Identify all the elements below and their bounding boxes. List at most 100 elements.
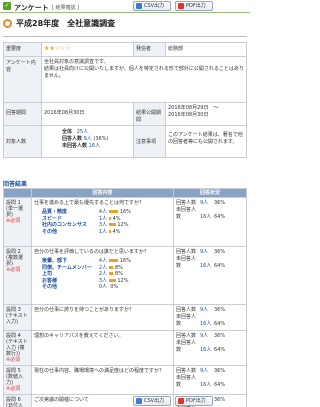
unanswered-count-link[interactable]: 16人 (200, 263, 214, 270)
choice-pct: 12% (117, 277, 129, 284)
results-section-title: 回答結果 (3, 181, 28, 188)
choice-pct: 4% (112, 215, 121, 222)
question-text: 自分の仕事を評価しているのは誰だと思いますか？ (34, 249, 149, 255)
answered-count-link[interactable]: 9人 (200, 333, 214, 340)
choice-count-link[interactable]: 2人 (98, 271, 107, 278)
answered-pct: 36% (214, 200, 226, 206)
question-row: 設問 1 (単一選択) ※必須 仕事を進める上で最も優先することは何ですか？ 品質・精度… (3, 197, 247, 247)
csv-export-button-bottom[interactable]: CSV出力 (133, 396, 171, 406)
choice-row: その他 1人 4% (42, 229, 171, 236)
choice-count-link[interactable]: 4人 (98, 258, 107, 265)
choice-bar (108, 272, 114, 276)
choice-label: その他 (42, 284, 58, 291)
unanswered-label: 未回答人数 (176, 375, 197, 388)
info-line: 結果は社員向けに公開いたしますが、個人を特定される形で部外に公開されることはあり… (44, 66, 244, 79)
unanswered-label: 未回答人数 (176, 340, 197, 353)
pdf-export-button[interactable]: PDF出力 (175, 1, 213, 11)
question-content-cell: 自分の仕事を評価しているのは誰だと思いますか？ 後輩、部下 4人 16% 同僚、チーム… (31, 246, 174, 305)
question-status-cell: 回答人数9人36% 未回答人数16人64% (173, 197, 247, 247)
pdf-export-label: PDF出力 (186, 398, 206, 404)
question-label-cell: 設問 4 (テキスト入力 (複数行)) ※必須 (3, 330, 32, 366)
choice-pct: 8% (114, 271, 123, 278)
question-type: (単一選択) (6, 206, 23, 218)
pdf-export-button-bottom[interactable]: PDF出力 (175, 396, 213, 406)
choice-pct: 0% (110, 284, 119, 291)
unanswered-label: 未回答人数 (176, 256, 197, 269)
question-type: (テキスト入力) (6, 313, 28, 325)
answered-count-link[interactable]: 9人 (200, 307, 214, 314)
choice-bar (108, 229, 111, 233)
question-label-cell: 設問 6(日付入力) (3, 394, 32, 407)
choice-pct: 16% (119, 209, 131, 215)
owner-label: 発信者 (133, 42, 166, 57)
question-type: (日付入力) (6, 403, 23, 407)
choice-label: 品質・精度 (42, 209, 68, 215)
required-mark: ※必須 (6, 386, 21, 392)
notes-value: このアンケート結果は、著名で他の回答者等にも公開されます。 (165, 125, 247, 158)
unanswered-pct: 64% (214, 321, 226, 327)
unanswered-count-link[interactable]: 16人 (200, 347, 214, 354)
answered-count-link[interactable]: 9人 (200, 200, 214, 207)
choice-bar (108, 278, 116, 282)
pdf-export-label: PDF出力 (186, 3, 206, 9)
choice-count-link[interactable]: 1人 (98, 229, 107, 236)
answered-count-link[interactable]: 9人 (200, 368, 214, 375)
period-label: 回答期間 (3, 102, 42, 126)
results-header-blank (3, 188, 32, 198)
choice-count-link[interactable]: 3人 (98, 278, 107, 285)
choice-pct: 12% (117, 222, 129, 229)
question-row: 設問 5 (数値入力) ※必須 現在の仕事内容、職場環境への満足度はどの程度ですか？ 回… (3, 365, 247, 395)
choice-bar (108, 265, 114, 269)
choice-label: 社内のコンセンサス (42, 222, 87, 229)
csv-icon (136, 3, 142, 9)
stat-unanswered-link[interactable]: 16人 (89, 143, 100, 149)
results-header-content: 回答内容 (31, 188, 174, 198)
required-mark: ※必須 (6, 267, 21, 273)
stat-label: 未回答人数 (62, 143, 88, 149)
csv-export-label: CSV出力 (144, 3, 165, 9)
choice-bar (108, 259, 119, 262)
unanswered-count-link[interactable]: 16人 (200, 321, 214, 328)
stat-answered-link[interactable]: 9人 (84, 136, 92, 142)
choice-label: 後輩、部下 (42, 258, 68, 264)
choice-count-link[interactable]: 0人 (98, 284, 107, 291)
info-line: 全社員対象の意識調査です。 (44, 59, 109, 65)
question-type: (テキスト入力 (複数行)) (6, 339, 28, 357)
choice-count-link[interactable]: 1人 (98, 216, 107, 223)
csv-export-label: CSV出力 (144, 398, 165, 404)
required-mark: ※必須 (6, 218, 21, 224)
stat-total-link[interactable]: 25人 (77, 129, 88, 135)
question-status-cell: 回答人数9人36% 未回答人数16人64% (173, 304, 247, 331)
answered-label: 回答人数 (176, 307, 197, 313)
target-label: 対象人数 (3, 125, 42, 158)
unanswered-label: 未回答人数 (176, 314, 197, 327)
choice-count-link[interactable]: 2人 (98, 265, 107, 272)
choice-bar (108, 223, 116, 227)
choice-row: 品質・精度 4人 16% (42, 209, 171, 216)
unanswered-count-link[interactable]: 16人 (200, 214, 214, 221)
csv-export-button[interactable]: CSV出力 (133, 1, 171, 11)
stat-label: 全体 (62, 129, 73, 135)
survey-ring-icon (3, 19, 12, 28)
question-text: 理想のキャリアパスを教えてください。 (34, 333, 124, 339)
answered-pct: 36% (214, 333, 226, 339)
stat-answered-pct: (36%) (93, 136, 109, 142)
question-content-cell: 理想のキャリアパスを教えてください。 (31, 330, 174, 366)
unanswered-count-link[interactable]: 16人 (200, 382, 214, 389)
question-content-cell: 自分の仕事に誇りを持つことがありますか？ (31, 304, 174, 331)
choice-count-link[interactable]: 4人 (98, 209, 107, 216)
csv-icon (136, 398, 142, 404)
unanswered-pct: 64% (214, 347, 226, 353)
answered-pct: 36% (214, 307, 226, 313)
answered-pct: 36% (214, 397, 226, 403)
survey-title: 平成28年度 全社意識調査 (16, 19, 116, 28)
question-row: 設問 4 (テキスト入力 (複数行)) ※必須 理想のキャリアパスを教えてください。 回… (3, 330, 247, 366)
publish-line: 2016年08月29日 ～ (168, 105, 219, 111)
publish-value: 2016年08月29日 ～ 2016年08月30日 (165, 102, 247, 126)
pdf-icon (178, 3, 184, 9)
choice-count-link[interactable]: 3人 (98, 222, 107, 229)
required-mark: ※必須 (6, 357, 21, 363)
survey-info-table: 重要度 ★★☆☆☆ 発信者 総務部 アンケート内容 全社員対象の意識調査です。 … (3, 42, 247, 158)
check-icon: ✓ (3, 2, 11, 10)
answered-count-link[interactable]: 9人 (200, 249, 214, 256)
